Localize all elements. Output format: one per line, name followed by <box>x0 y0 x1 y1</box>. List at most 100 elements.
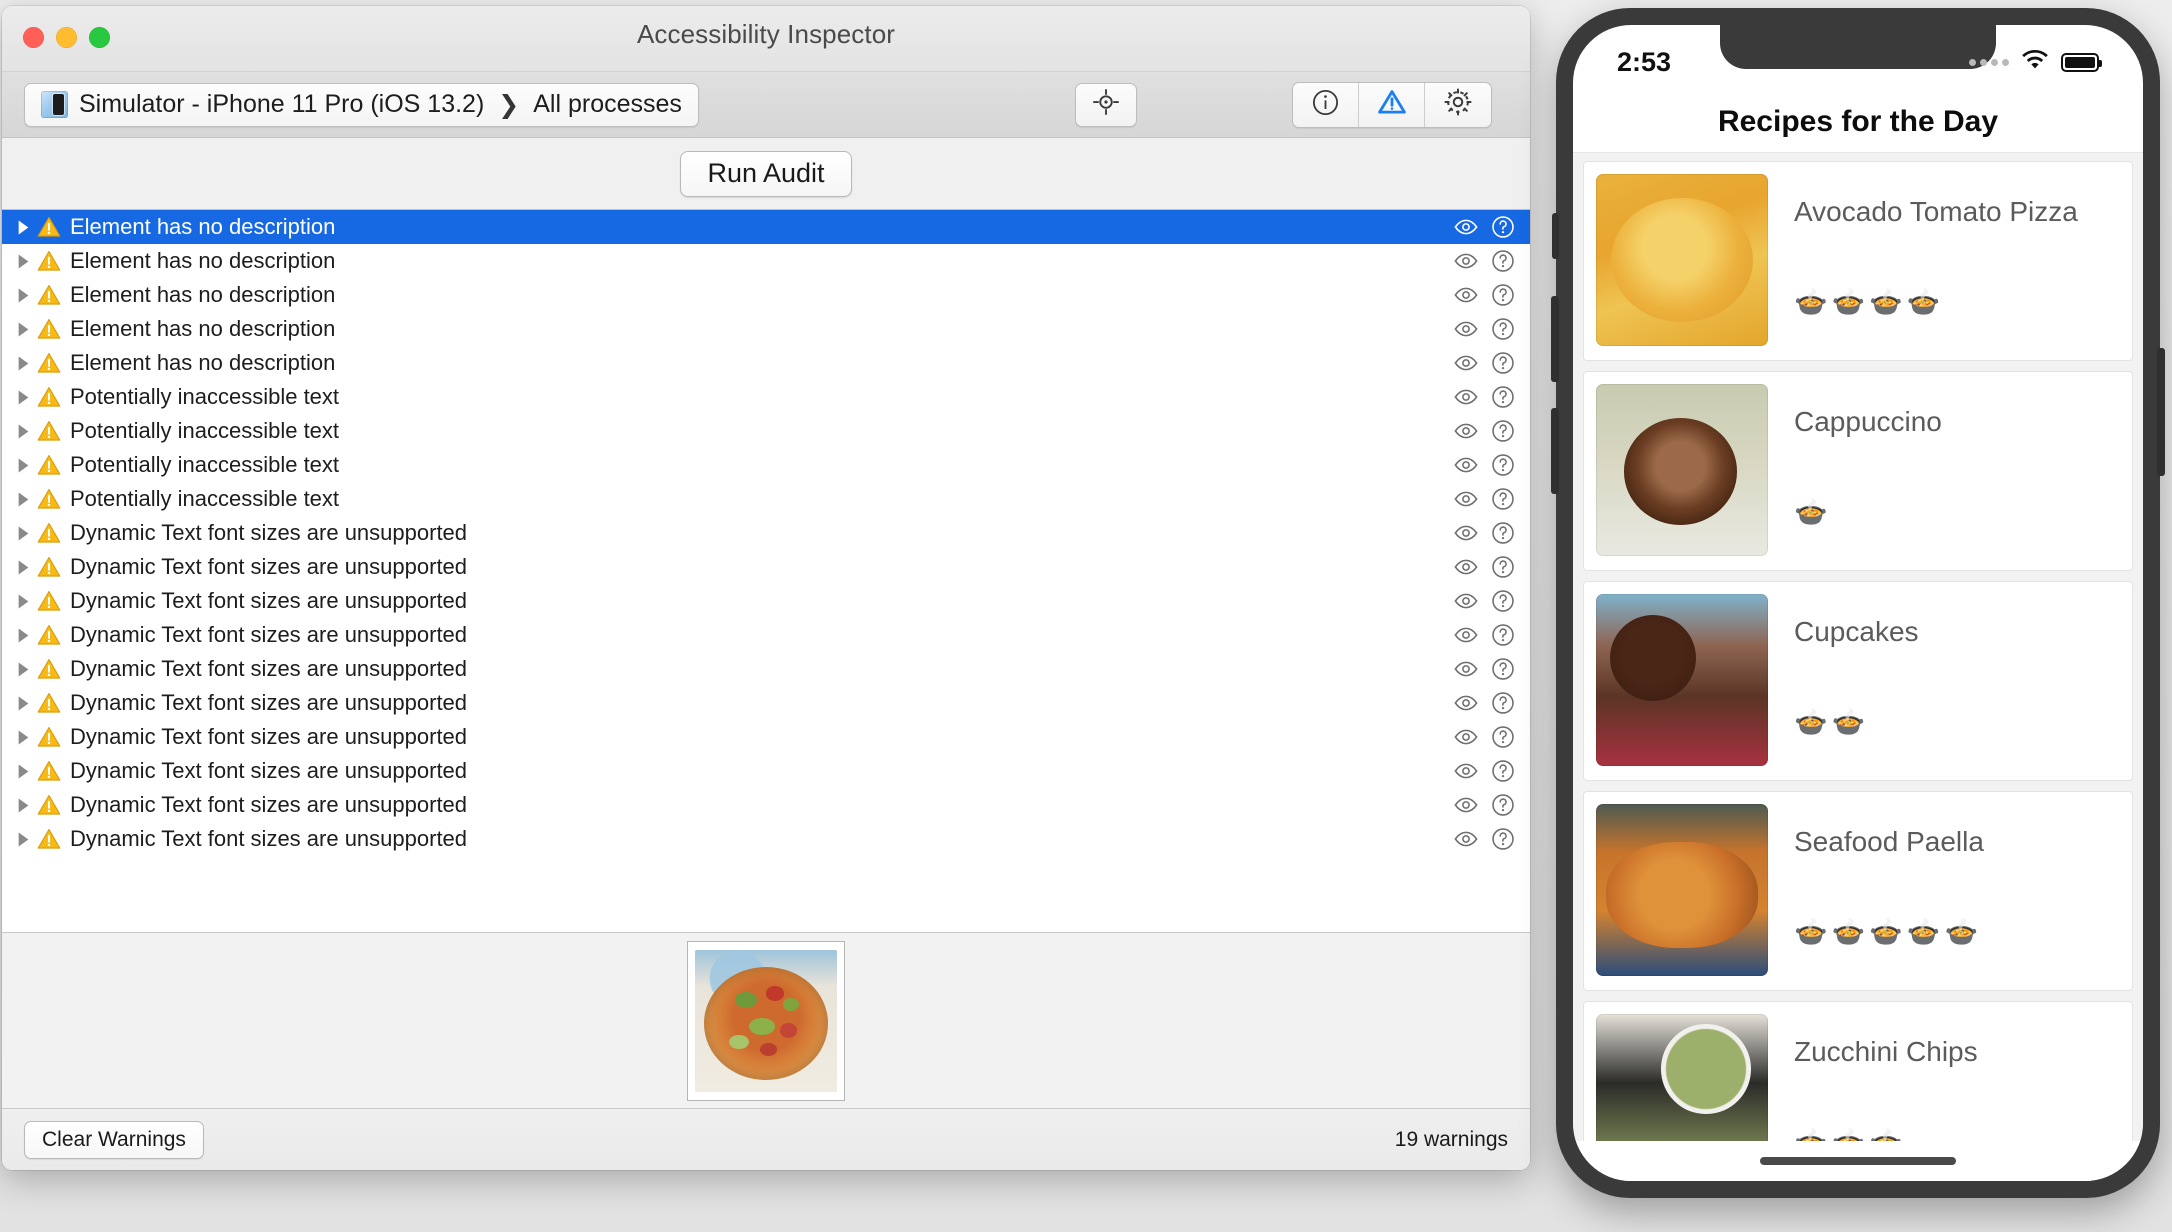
disclosure-triangle-icon[interactable] <box>12 797 34 814</box>
audit-warning-row[interactable]: Dynamic Text font sizes are unsupported <box>2 516 1530 550</box>
warning-triangle-icon <box>34 724 64 750</box>
eye-icon[interactable] <box>1453 486 1479 512</box>
audit-warning-row[interactable]: Dynamic Text font sizes are unsupported <box>2 720 1530 754</box>
disclosure-triangle-icon[interactable] <box>12 321 34 338</box>
recipe-cell[interactable]: Zucchini Chips🍲🍲🍲 <box>1583 1001 2133 1141</box>
eye-icon[interactable] <box>1453 350 1479 376</box>
question-circle-icon[interactable] <box>1490 384 1516 410</box>
eye-icon[interactable] <box>1453 418 1479 444</box>
eye-icon[interactable] <box>1453 248 1479 274</box>
settings-tab-button[interactable] <box>1425 83 1491 127</box>
question-circle-icon[interactable] <box>1490 316 1516 342</box>
disclosure-triangle-icon[interactable] <box>12 219 34 236</box>
disclosure-triangle-icon[interactable] <box>12 763 34 780</box>
question-circle-icon[interactable] <box>1490 792 1516 818</box>
eye-icon[interactable] <box>1453 214 1479 240</box>
eye-icon[interactable] <box>1453 826 1479 852</box>
audit-warnings-list[interactable]: Element has no descriptionElement has no… <box>2 210 1530 932</box>
eye-icon[interactable] <box>1453 588 1479 614</box>
audit-warning-row[interactable]: Potentially inaccessible text <box>2 448 1530 482</box>
audit-warning-row[interactable]: Dynamic Text font sizes are unsupported <box>2 618 1530 652</box>
disclosure-triangle-icon[interactable] <box>12 729 34 746</box>
audit-warning-row[interactable]: Element has no description <box>2 312 1530 346</box>
question-circle-icon[interactable] <box>1490 690 1516 716</box>
eye-icon[interactable] <box>1453 758 1479 784</box>
volume-down-button[interactable] <box>1551 408 1559 494</box>
disclosure-triangle-icon[interactable] <box>12 423 34 440</box>
clear-warnings-button[interactable]: Clear Warnings <box>24 1121 204 1159</box>
disclosure-triangle-icon[interactable] <box>12 389 34 406</box>
recipe-cell[interactable]: Cappuccino🍲 <box>1583 371 2133 571</box>
question-circle-icon[interactable] <box>1490 588 1516 614</box>
home-indicator[interactable] <box>1573 1141 2143 1181</box>
disclosure-triangle-icon[interactable] <box>12 627 34 644</box>
audit-warning-row[interactable]: Dynamic Text font sizes are unsupported <box>2 822 1530 856</box>
disclosure-triangle-icon[interactable] <box>12 457 34 474</box>
audit-warning-row[interactable]: Dynamic Text font sizes are unsupported <box>2 584 1530 618</box>
audit-warning-row[interactable]: Potentially inaccessible text <box>2 482 1530 516</box>
eye-icon[interactable] <box>1453 554 1479 580</box>
eye-icon[interactable] <box>1453 656 1479 682</box>
audit-warning-row[interactable]: Dynamic Text font sizes are unsupported <box>2 686 1530 720</box>
question-circle-icon[interactable] <box>1490 520 1516 546</box>
eye-icon[interactable] <box>1453 690 1479 716</box>
disclosure-triangle-icon[interactable] <box>12 661 34 678</box>
question-circle-icon[interactable] <box>1490 554 1516 580</box>
question-circle-icon[interactable] <box>1490 656 1516 682</box>
inspection-tab-button[interactable] <box>1293 83 1359 127</box>
audit-warning-row[interactable]: Element has no description <box>2 244 1530 278</box>
question-circle-icon[interactable] <box>1490 350 1516 376</box>
audit-warning-row[interactable]: Element has no description <box>2 278 1530 312</box>
question-circle-icon[interactable] <box>1490 452 1516 478</box>
question-circle-icon[interactable] <box>1490 418 1516 444</box>
question-circle-icon[interactable] <box>1490 248 1516 274</box>
audit-warning-row[interactable]: Dynamic Text font sizes are unsupported <box>2 550 1530 584</box>
question-circle-icon[interactable] <box>1490 214 1516 240</box>
recipe-cell[interactable]: Cupcakes🍲🍲 <box>1583 581 2133 781</box>
disclosure-triangle-icon[interactable] <box>12 253 34 270</box>
preview-thumbnail[interactable] <box>687 941 845 1101</box>
disclosure-triangle-icon[interactable] <box>12 593 34 610</box>
recipe-cell[interactable]: Seafood Paella🍲🍲🍲🍲🍲 <box>1583 791 2133 991</box>
audit-warning-row[interactable]: Dynamic Text font sizes are unsupported <box>2 788 1530 822</box>
audit-warning-row[interactable]: Dynamic Text font sizes are unsupported <box>2 754 1530 788</box>
eye-icon[interactable] <box>1453 792 1479 818</box>
question-circle-icon[interactable] <box>1490 282 1516 308</box>
recipe-cell[interactable]: Avocado Tomato Pizza🍲🍲🍲🍲 <box>1583 161 2133 361</box>
power-button[interactable] <box>2157 348 2165 476</box>
question-circle-icon[interactable] <box>1490 724 1516 750</box>
eye-icon[interactable] <box>1453 316 1479 342</box>
recipes-table-view[interactable]: Avocado Tomato Pizza🍲🍲🍲🍲Cappuccino🍲Cupca… <box>1573 153 2143 1141</box>
disclosure-triangle-icon[interactable] <box>12 287 34 304</box>
disclosure-triangle-icon[interactable] <box>12 831 34 848</box>
question-circle-icon[interactable] <box>1490 486 1516 512</box>
question-circle-icon[interactable] <box>1490 826 1516 852</box>
eye-icon[interactable] <box>1453 282 1479 308</box>
eye-icon[interactable] <box>1453 520 1479 546</box>
disclosure-triangle-icon[interactable] <box>12 491 34 508</box>
disclosure-triangle-icon[interactable] <box>12 695 34 712</box>
status-bar-time: 2:53 <box>1617 39 1671 78</box>
audit-warning-row[interactable]: Dynamic Text font sizes are unsupported <box>2 652 1530 686</box>
disclosure-triangle-icon[interactable] <box>12 559 34 576</box>
run-audit-button[interactable]: Run Audit <box>680 151 852 197</box>
audit-warning-label: Dynamic Text font sizes are unsupported <box>70 520 467 546</box>
audit-tab-button[interactable] <box>1359 83 1425 127</box>
target-breadcrumb[interactable]: Simulator - iPhone 11 Pro (iOS 13.2) ❯ A… <box>24 83 699 127</box>
audit-warning-row[interactable]: Element has no description <box>2 210 1530 244</box>
disclosure-triangle-icon[interactable] <box>12 355 34 372</box>
question-circle-icon[interactable] <box>1490 758 1516 784</box>
eye-icon[interactable] <box>1453 622 1479 648</box>
disclosure-triangle-icon[interactable] <box>12 525 34 542</box>
mute-switch[interactable] <box>1552 213 1559 259</box>
eye-icon[interactable] <box>1453 724 1479 750</box>
eye-icon[interactable] <box>1453 452 1479 478</box>
target-picker-button[interactable] <box>1075 83 1137 127</box>
volume-up-button[interactable] <box>1551 296 1559 382</box>
audit-warning-row[interactable]: Potentially inaccessible text <box>2 414 1530 448</box>
eye-icon[interactable] <box>1453 384 1479 410</box>
question-circle-icon[interactable] <box>1490 622 1516 648</box>
audit-warning-row[interactable]: Element has no description <box>2 346 1530 380</box>
audit-warning-row[interactable]: Potentially inaccessible text <box>2 380 1530 414</box>
audit-warning-label: Element has no description <box>70 214 335 240</box>
